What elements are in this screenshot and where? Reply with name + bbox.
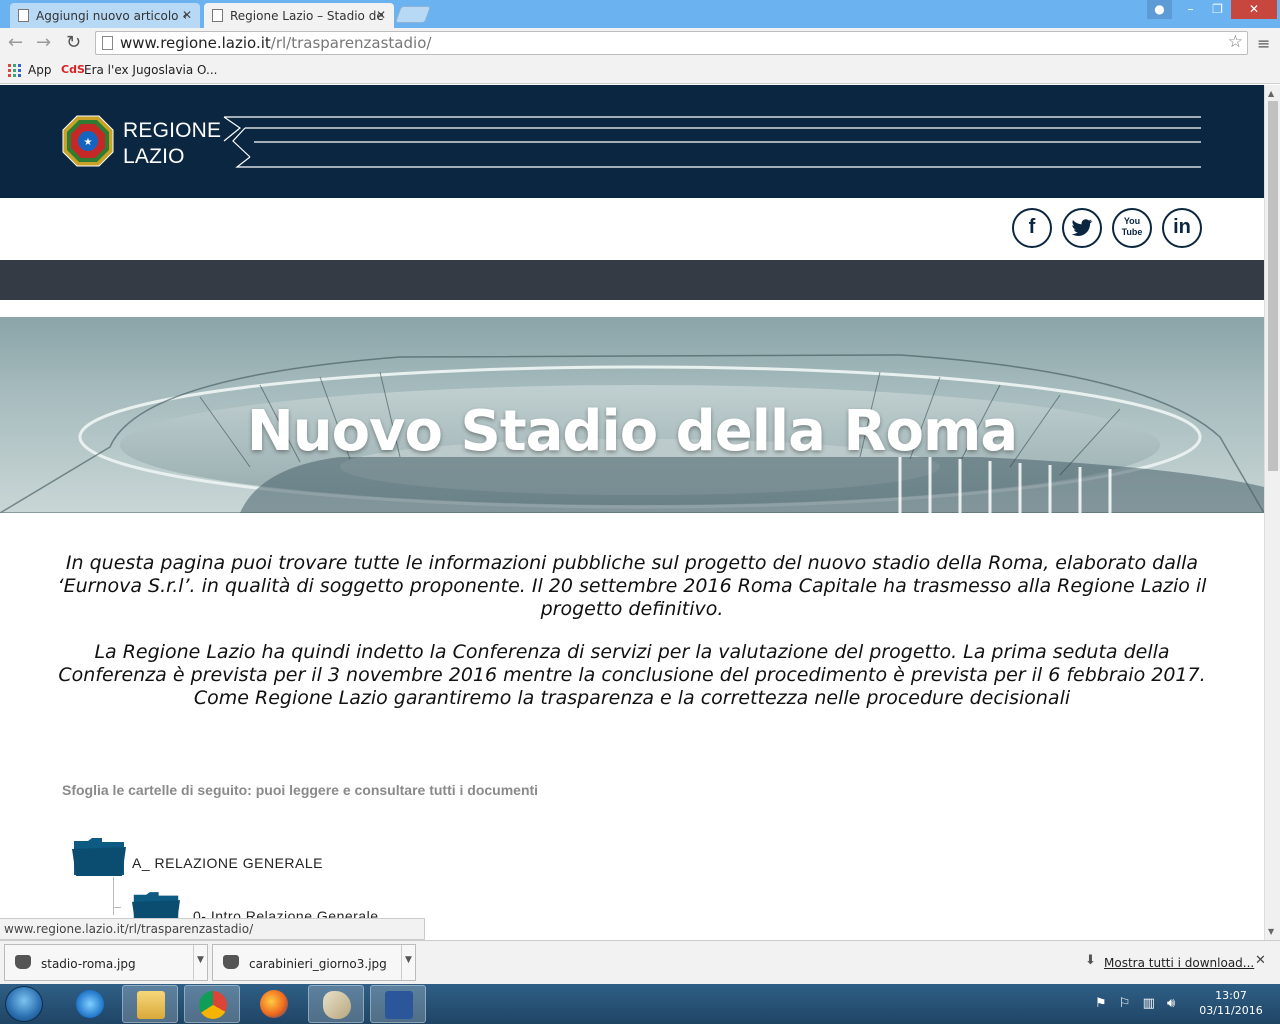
- taskbar-chrome[interactable]: [184, 985, 240, 1023]
- folder-icon: [72, 838, 126, 876]
- linkedin-icon[interactable]: in: [1162, 208, 1202, 248]
- intro-paragraph-2: La Regione Lazio ha quindi indetto la Co…: [58, 641, 1206, 686]
- system-clock[interactable]: 13:07 03/11/2016: [1195, 988, 1267, 1018]
- facebook-icon[interactable]: f: [1012, 208, 1052, 248]
- word-icon: [385, 991, 413, 1019]
- logo-line-regione: REGIONE: [123, 119, 222, 142]
- hero-title: Nuovo Stadio della Roma: [246, 399, 1018, 464]
- svg-text:★: ★: [84, 137, 93, 148]
- bookmark-jugoslavia[interactable]: Era l'ex Jugoslavia O...: [84, 63, 217, 77]
- volume-icon[interactable]: 🔊︎: [1167, 996, 1175, 1011]
- bookmark-star-icon[interactable]: ☆: [1228, 32, 1243, 52]
- gimp-file-icon: [223, 955, 239, 969]
- browser-tabstrip: Aggiungi nuovo articolo ‹ ✕ Regione Lazi…: [0, 0, 1280, 28]
- close-icon[interactable]: ✕: [1255, 953, 1266, 968]
- hero-banner: Nuovo Stadio della Roma: [0, 317, 1264, 513]
- facebook-glyph: f: [1028, 216, 1036, 238]
- twitter-bird-icon: [1071, 219, 1093, 236]
- chevron-down-icon[interactable]: ▼: [401, 945, 415, 980]
- folder-explorer-icon: [137, 991, 165, 1019]
- maximize-icon[interactable]: ❐: [1204, 0, 1231, 19]
- folder-label[interactable]: A_ RELAZIONE GENERALE: [132, 855, 323, 871]
- apps-grid-icon[interactable]: [8, 64, 21, 77]
- browse-hint: Sfoglia le cartelle di seguito: puoi leg…: [62, 782, 539, 798]
- screen: Aggiungi nuovo articolo ‹ ✕ Regione Lazi…: [0, 0, 1280, 1024]
- clock-time: 13:07: [1215, 989, 1247, 1002]
- intro-paragraph-3: Come Regione Lazio garantiremo la traspa…: [193, 687, 1071, 709]
- taskbar-firefox[interactable]: [246, 985, 302, 1023]
- gimp-file-icon: [15, 955, 31, 969]
- scroll-thumb[interactable]: [1268, 101, 1278, 471]
- page-icon: [102, 36, 113, 50]
- chrome-icon: [199, 991, 227, 1019]
- reload-icon[interactable]: ↻: [66, 32, 81, 53]
- scroll-up-arrow-icon[interactable]: ▲: [1268, 89, 1274, 98]
- url-host: www.regione.lazio.it: [120, 34, 271, 52]
- cds-logo-icon: CdS: [61, 63, 85, 76]
- tree-connector: [113, 907, 121, 908]
- download-filename: carabinieri_giorno3.jpg: [249, 957, 387, 971]
- logo-line-lazio: LAZIO: [123, 145, 185, 168]
- address-bar[interactable]: www.regione.lazio.it/rl/trasparenzastadi…: [95, 31, 1248, 55]
- page-scrollbar[interactable]: ▲ ▼: [1264, 85, 1280, 940]
- firefox-icon: [260, 990, 288, 1018]
- new-tab-button[interactable]: [394, 6, 432, 23]
- taskbar-word[interactable]: [370, 985, 426, 1023]
- network-icon[interactable]: ▥: [1143, 996, 1155, 1011]
- close-window-icon[interactable]: ✕: [1231, 0, 1277, 19]
- taskbar-paint[interactable]: [308, 985, 364, 1023]
- download-filename: stadio-roma.jpg: [41, 957, 136, 971]
- tree-connector: [113, 877, 114, 915]
- taskbar-explorer[interactable]: [122, 985, 178, 1023]
- status-url-bubble: www.regione.lazio.it/rl/trasparenzastadi…: [0, 918, 425, 940]
- download-item[interactable]: carabinieri_giorno3.jpg ▼: [212, 944, 416, 981]
- tab-title: Aggiungi nuovo articolo ‹: [36, 9, 188, 23]
- folder-a-relazione-generale[interactable]: [72, 837, 126, 881]
- internet-explorer-icon: [76, 990, 104, 1018]
- back-arrow-icon[interactable]: ←: [8, 32, 23, 53]
- bookmark-apps[interactable]: App: [28, 63, 51, 77]
- twitter-icon[interactable]: t: [1062, 208, 1102, 248]
- user-profile-icon[interactable]: ●: [1147, 0, 1172, 19]
- paint-palette-icon: [323, 991, 351, 1019]
- tab-regione-lazio[interactable]: Regione Lazio – Stadio de ✕: [204, 3, 394, 28]
- bookmarks-bar: App CdS Era l'ex Jugoslavia O...: [0, 58, 1280, 84]
- flag-icon[interactable]: ⚐: [1119, 996, 1131, 1011]
- chevron-down-icon[interactable]: ▼: [193, 945, 207, 980]
- download-arrow-icon: ⬇: [1085, 953, 1096, 968]
- page-icon: [18, 9, 29, 22]
- start-button[interactable]: [5, 986, 43, 1022]
- system-tray: ⚑ ⚐ ▥ 🔊︎: [1095, 996, 1175, 1011]
- intro-paragraph-1: In questa pagina puoi trovare tutte le i…: [57, 552, 1207, 620]
- tab-title: Regione Lazio – Stadio de: [230, 9, 384, 23]
- page-icon: [212, 9, 223, 22]
- close-icon[interactable]: ✕: [182, 8, 192, 22]
- windows-taskbar: ⚑ ⚐ ▥ 🔊︎ 13:07 03/11/2016: [0, 984, 1280, 1024]
- taskbar-internet-explorer[interactable]: [62, 985, 118, 1023]
- download-item[interactable]: stadio-roma.jpg ▼: [4, 944, 208, 981]
- browser-toolbar: ← → ↻ www.regione.lazio.it/rl/trasparenz…: [0, 28, 1280, 58]
- tab-aggiungi-articolo[interactable]: Aggiungi nuovo articolo ‹ ✕: [10, 3, 200, 28]
- youtube-glyph: You Tube: [1121, 216, 1143, 237]
- intro-text: In questa pagina puoi trovare tutte le i…: [50, 552, 1214, 730]
- download-shelf: stadio-roma.jpg ▼ carabinieri_giorno3.jp…: [0, 940, 1280, 984]
- forward-arrow-icon[interactable]: →: [36, 32, 51, 53]
- minimize-icon[interactable]: –: [1177, 0, 1204, 19]
- regione-lazio-logo-icon: ★: [62, 115, 114, 167]
- menu-icon[interactable]: ≡: [1257, 34, 1270, 53]
- action-center-icon[interactable]: ⚑: [1095, 996, 1107, 1011]
- close-icon[interactable]: ✕: [376, 8, 386, 22]
- linkedin-glyph: in: [1173, 216, 1191, 238]
- site-header: ★ REGIONE LAZIO: [0, 85, 1264, 198]
- page-viewport: ★ REGIONE LAZIO f t You Tube in: [0, 85, 1264, 940]
- url-path: /rl/trasparenzastadio/: [270, 34, 432, 52]
- main-nav-bar: [0, 260, 1264, 300]
- clock-date: 03/11/2016: [1199, 1004, 1263, 1017]
- social-bar: f t You Tube in: [0, 198, 1264, 260]
- show-all-downloads-link[interactable]: Mostra tutti i download...: [1104, 956, 1254, 970]
- youtube-icon[interactable]: You Tube: [1112, 208, 1152, 248]
- scroll-down-arrow-icon[interactable]: ▼: [1268, 927, 1274, 936]
- site-logo-text[interactable]: REGIONE LAZIO: [123, 118, 221, 170]
